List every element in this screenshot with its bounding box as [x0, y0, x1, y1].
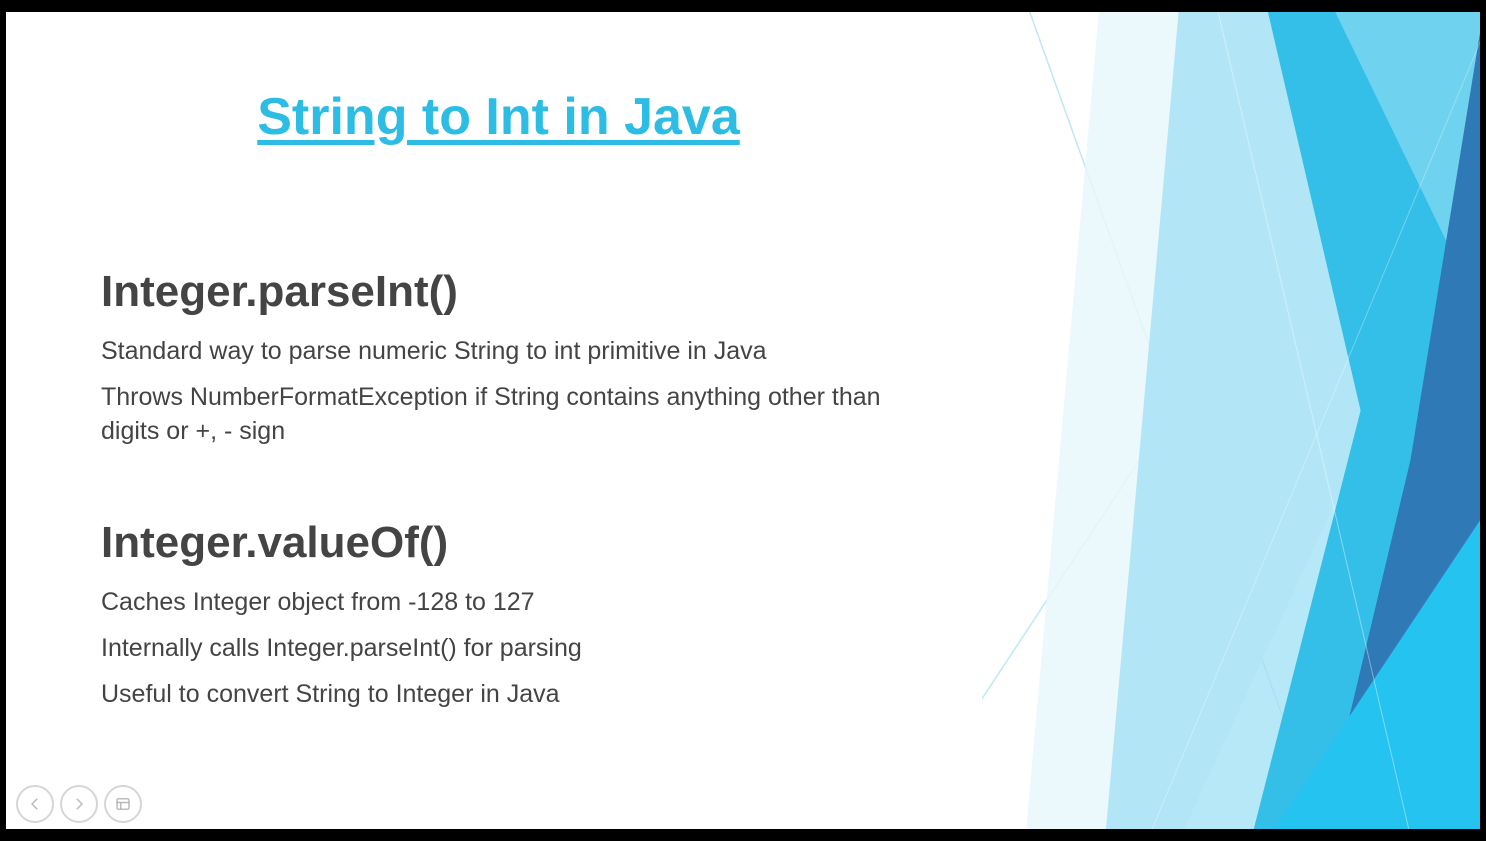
body-line: Useful to convert String to Integer in J…	[101, 678, 896, 712]
decor-svg	[982, 12, 1480, 829]
slide-controls	[16, 785, 142, 823]
body-line: Internally calls Integer.parseInt() for …	[101, 632, 896, 666]
prev-slide-button[interactable]	[16, 785, 54, 823]
body-line: Throws NumberFormatException if String c…	[101, 381, 896, 449]
section-heading-valueof: Integer.valueOf()	[101, 518, 896, 568]
slide-menu-button[interactable]	[104, 785, 142, 823]
menu-icon	[114, 795, 132, 813]
slide-title: String to Int in Java	[101, 87, 896, 147]
body-line: Standard way to parse numeric String to …	[101, 335, 896, 369]
slide-content: String to Int in Java Integer.parseInt()…	[6, 12, 986, 712]
section-heading-parseint: Integer.parseInt()	[101, 267, 896, 317]
slide-canvas: String to Int in Java Integer.parseInt()…	[6, 12, 1480, 829]
next-slide-button[interactable]	[60, 785, 98, 823]
chevron-right-icon	[70, 795, 88, 813]
body-line: Caches Integer object from -128 to 127	[101, 586, 896, 620]
chevron-left-icon	[26, 795, 44, 813]
